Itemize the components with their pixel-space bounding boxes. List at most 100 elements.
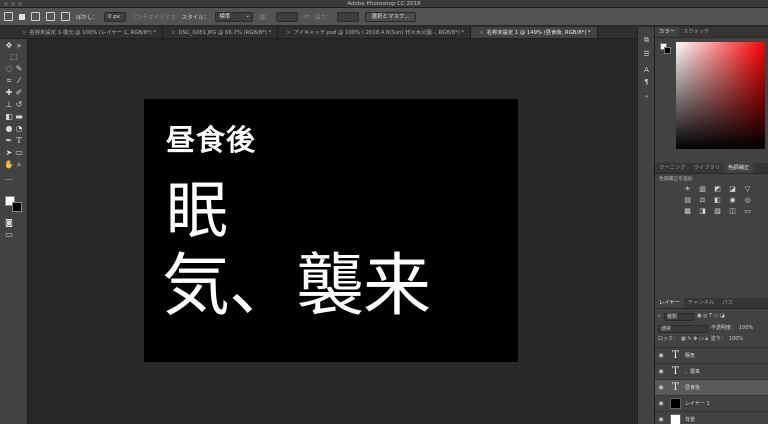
levels-icon[interactable]: ▥ (697, 185, 708, 193)
canvas-area[interactable]: 昼食後 眠 気、襲来 (29, 40, 637, 424)
color-lookup-icon[interactable]: ▦ (682, 207, 693, 215)
close-icon[interactable]: × (22, 30, 26, 36)
exposure-icon[interactable]: ◪ (727, 185, 738, 193)
curves-icon[interactable]: ◩ (712, 185, 723, 193)
height-label: 高さ： (314, 14, 332, 21)
vibrance-icon[interactable]: ▽ (742, 185, 753, 193)
tab-layers[interactable]: レイヤー (655, 298, 685, 308)
history-panel-icon[interactable]: ⧉ (641, 35, 652, 45)
invert-icon[interactable]: ◨ (697, 207, 708, 215)
brightness-icon[interactable]: ☀ (682, 185, 693, 193)
search-icon: ⌕ (658, 313, 661, 319)
layer-row[interactable]: ◉ 背景 (655, 411, 768, 424)
tab-doc-4-active[interactable]: × 名称未設定 1 @ 149% (昼食後, RGB/8*) * (471, 27, 598, 38)
tab-doc-3[interactable]: × アイキャッチ.psd @ 100% ( 2018.4.8(Sun) 代々木公園… (278, 27, 472, 38)
layer-name: 、襲来 (685, 369, 701, 375)
text-layer-lunch[interactable]: 昼食後 (166, 123, 256, 157)
glyph-panel-icon[interactable]: ᴬ (641, 93, 652, 103)
fill-value[interactable]: 100% (729, 335, 743, 344)
history-brush-icon[interactable]: ↺ (13, 99, 25, 110)
visibility-eye-icon[interactable]: ◉ (655, 384, 667, 391)
zoom-tool-icon[interactable]: ⌕ (13, 159, 25, 170)
visibility-eye-icon[interactable]: ◉ (655, 368, 667, 375)
layer-row[interactable]: ◉ T 、襲来 (655, 363, 768, 379)
layer-row-selected[interactable]: ◉ T 昼食後 (655, 379, 768, 395)
photoshop-window: Adobe Photoshop CC 2018 ぼかし： 0 px アンチエイリ… (0, 0, 768, 424)
intersect-selection-icon[interactable] (61, 12, 70, 21)
background-color-swatch[interactable] (12, 202, 22, 212)
properties-panel-icon[interactable]: ☰ (641, 49, 652, 59)
layer-row[interactable]: ◉ T 眠気 (655, 347, 768, 363)
opacity-value[interactable]: 100% (739, 324, 753, 333)
subtract-selection-icon[interactable] (46, 12, 55, 21)
shape-tool-icon[interactable]: ▭ (13, 147, 25, 158)
visibility-eye-icon[interactable]: ◉ (655, 416, 667, 423)
layer-name: 眠気 (685, 353, 696, 359)
dodge-tool-icon[interactable]: ◔ (13, 123, 25, 134)
filter-icons[interactable]: ▣ ◎ T ▭ ◪ (697, 312, 725, 321)
panel-background-swatch[interactable] (664, 47, 671, 54)
collapse-icon[interactable]: » (13, 40, 25, 51)
text-layer-thumb-icon: T (672, 350, 679, 361)
tab-color[interactable]: カラー (655, 27, 679, 37)
photo-filter-icon[interactable]: ◉ (727, 196, 738, 204)
quick-select-icon[interactable]: ✎ (13, 63, 25, 74)
add-selection-icon[interactable] (31, 12, 40, 21)
lock-row: ロック： ▦ ✎ ✥ ▭ 🔒︎ 塗り： 100% (658, 335, 765, 344)
style-select[interactable]: 標準 (215, 11, 254, 22)
fill-label: 塗り： (710, 336, 726, 342)
text-layer-sleepy[interactable]: 眠 (166, 177, 228, 245)
tab-doc-1[interactable]: × 名称未設定 1-復元 @ 100% (レイヤー 1, RGB/8*) * (14, 27, 164, 38)
tab-channels[interactable]: チャンネル (684, 298, 718, 308)
width-input[interactable] (276, 11, 299, 22)
gradient-tool-icon[interactable]: ▬ (13, 111, 25, 122)
close-icon[interactable]: × (479, 30, 483, 36)
style-label: スタイル： (181, 14, 210, 21)
lock-icons[interactable]: ▦ ✎ ✥ ▭ 🔒︎ (681, 335, 708, 344)
new-selection-icon[interactable] (19, 13, 25, 20)
blend-mode-select[interactable]: 通常 (658, 324, 708, 333)
close-icon[interactable]: × (171, 30, 175, 36)
visibility-eye-icon[interactable]: ◉ (655, 400, 667, 407)
layer-kind-select[interactable]: 種類 (663, 312, 694, 321)
layer-name: レイヤー 1 (685, 401, 710, 407)
tab-swatches[interactable]: スウォッチ (679, 27, 714, 37)
quick-mask-icon[interactable]: ◙ (3, 217, 15, 228)
layer-row[interactable]: ◉ レイヤー 1 (655, 395, 768, 411)
marquee-tool-preset-icon[interactable] (4, 12, 13, 21)
text-layer-attack[interactable]: 気、襲来 (162, 247, 431, 327)
height-input[interactable] (337, 11, 360, 22)
screen-mode-icon[interactable]: ▭ (3, 229, 15, 240)
black-white-icon[interactable]: ◧ (712, 196, 723, 204)
feather-input[interactable]: 0 px (104, 11, 127, 22)
tab-libraries[interactable]: ライブラリ (690, 163, 725, 173)
color-picker-field[interactable] (676, 42, 765, 149)
document-canvas[interactable]: 昼食後 眠 気、襲来 (144, 99, 518, 362)
color-balance-icon[interactable]: ⚖ (697, 196, 708, 204)
brush-tool-icon[interactable]: ✐ (13, 87, 25, 98)
tab-doc-2[interactable]: × DSC_0281.JPG @ 66.7% (RGB/8*) * (163, 27, 279, 38)
threshold-icon[interactable]: ◫ (727, 207, 738, 215)
tab-learn[interactable]: ラーニング (655, 163, 690, 173)
paragraph-panel-icon[interactable]: ¶ (641, 77, 652, 87)
tab-paths[interactable]: パス (718, 298, 737, 308)
add-adjustment-label: 色調補正を追加 (659, 177, 693, 182)
channel-mixer-icon[interactable]: ◎ (742, 196, 753, 204)
marquee-tool-icon[interactable]: ⬚ (8, 51, 20, 62)
window-title: Adobe Photoshop CC 2018 (347, 1, 421, 7)
tab-label: DSC_0281.JPG @ 66.7% (RGB/8*) * (178, 30, 272, 36)
close-icon[interactable]: × (286, 30, 290, 36)
antialias-checkbox[interactable]: アンチエイリアス (132, 13, 176, 21)
tab-adjustments[interactable]: 色調補正 (724, 163, 754, 173)
hue-saturation-icon[interactable]: ▤ (682, 196, 693, 204)
swap-icon[interactable]: ⇄ (304, 14, 309, 20)
posterize-icon[interactable]: ▧ (712, 207, 723, 215)
eyedropper-icon[interactable]: ⁄ (13, 75, 25, 86)
gradient-map-icon[interactable]: ▭ (742, 207, 753, 215)
type-tool-icon[interactable]: T (13, 135, 25, 146)
character-panel-icon[interactable]: A (641, 65, 652, 75)
more-tools-icon[interactable]: ⋯ (3, 174, 15, 185)
feather-label: ぼかし： (76, 14, 99, 21)
visibility-eye-icon[interactable]: ◉ (655, 352, 667, 359)
select-and-mask-button[interactable]: 選択とマスク... (365, 11, 416, 22)
